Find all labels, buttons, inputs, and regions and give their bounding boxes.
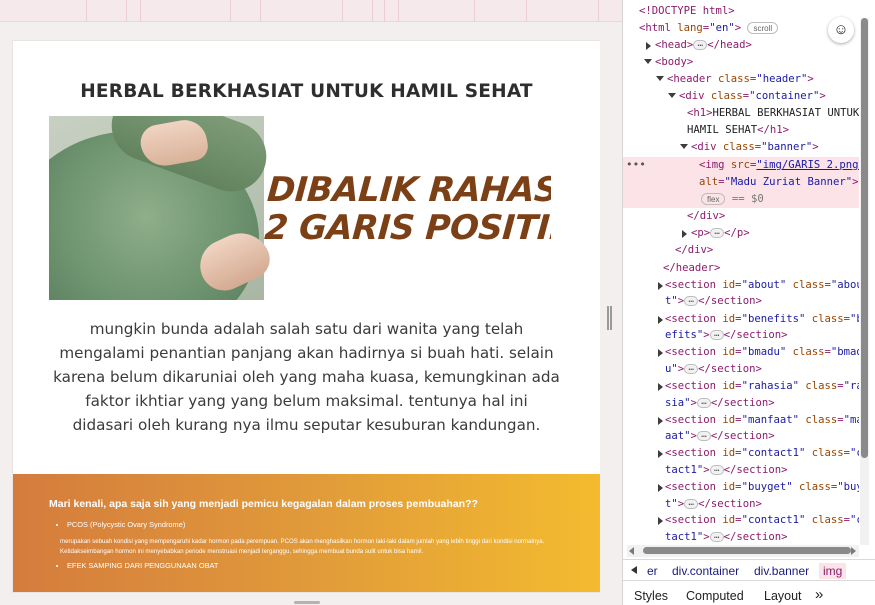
list-item-title: EFEK SAMPING DARI PENGGUNAAN OBAT [67, 561, 219, 570]
pregnant-belly-photo [49, 116, 277, 300]
vertical-scroll-thumb[interactable] [861, 18, 868, 458]
breadcrumb: er div.container div.banner img [623, 559, 875, 581]
ellipsis-icon[interactable]: … [709, 465, 724, 475]
flex-badge[interactable]: flex [701, 193, 726, 205]
dom-line[interactable]: u">… </section> [665, 361, 762, 378]
expand-arrow-icon[interactable] [658, 450, 663, 458]
dom-line[interactable]: <header class="header"> [667, 71, 814, 88]
dom-line[interactable]: <section id="rahasia" class="rahasia" [665, 378, 859, 395]
dom-line[interactable]: t">… </section> [665, 496, 762, 513]
breadcrumb-item-current[interactable]: img [819, 563, 847, 579]
expand-arrow-icon[interactable] [658, 316, 663, 324]
collapse-arrow-icon[interactable] [644, 59, 652, 64]
dom-line[interactable]: <section id="manfaat" class="manfaat" [665, 412, 859, 429]
dom-line[interactable]: </div> [687, 208, 725, 225]
intro-paragraph: mungkin bunda adalah salah satu dari wan… [53, 320, 560, 434]
scroll-badge[interactable]: scroll [747, 22, 779, 34]
dom-line[interactable]: <div class="container"> [679, 88, 826, 105]
dom-line[interactable]: sia">… </section> [665, 395, 775, 412]
expand-arrow-icon[interactable] [658, 517, 663, 525]
dom-line[interactable]: <section id="buyget" class="buyget" [665, 479, 859, 496]
list-item: PCOS (Polycystic Ovary Syndrome) merupak… [60, 520, 567, 557]
list-item: EFEK SAMPING DARI PENGGUNAAN OBAT [67, 561, 567, 570]
expand-arrow-icon[interactable] [658, 383, 663, 391]
dom-line[interactable]: <section id="bmadu" class="bmadu" [665, 344, 859, 361]
list-item-description: merupakan sebuah kondisi yang mempengaru… [60, 538, 545, 555]
node-menu-icon[interactable]: ••• [626, 158, 646, 171]
devtools-panel: ••• <!DOCTYPE html> <html lang="en"> scr… [622, 0, 875, 605]
ellipsis-icon[interactable]: … [709, 330, 724, 340]
devtools-subtabs: Styles Computed Layout » [623, 582, 875, 605]
tab-computed[interactable]: Computed [686, 589, 744, 603]
collapse-arrow-icon[interactable] [680, 144, 688, 149]
dom-line-selected[interactable]: <img src="img/GARIS 2.png" [699, 157, 859, 174]
accessibility-icon[interactable]: ☺ [828, 17, 854, 43]
collapse-arrow-icon[interactable] [656, 76, 664, 81]
dom-line[interactable]: <section id="contact1" class="contact1" [665, 445, 859, 462]
elements-tree[interactable]: ••• <!DOCTYPE html> <html lang="en"> scr… [623, 0, 859, 545]
dom-line[interactable]: <p>… </p> [691, 225, 750, 242]
page-viewport: HERBAL BERKHASIAT UNTUK HAMIL SEHAT DIBA… [13, 41, 600, 592]
dom-line[interactable]: <!DOCTYPE html> [639, 3, 735, 20]
dom-line[interactable]: <body> [655, 54, 693, 71]
banner-line-2: 2 GARIS POSITIF [263, 208, 551, 248]
dom-line[interactable]: </div> [675, 242, 713, 259]
breadcrumb-item[interactable]: er [643, 563, 662, 579]
dom-line[interactable]: <div class="banner"> [691, 139, 819, 156]
bottom-resize-handle[interactable] [294, 601, 320, 604]
ellipsis-icon[interactable]: … [696, 431, 711, 441]
section-heading: Mari kenali, apa saja sih yang menjadi p… [49, 498, 478, 510]
breadcrumb-item[interactable]: div.banner [750, 563, 813, 579]
causes-section: Mari kenali, apa saja sih yang menjadi p… [13, 474, 600, 592]
ellipsis-icon[interactable]: … [710, 228, 725, 238]
dom-line[interactable]: HAMIL SEHAT</h1> [687, 122, 789, 139]
ellipsis-icon[interactable]: … [696, 398, 711, 408]
page-title: HERBAL BERKHASIAT UNTUK HAMIL SEHAT [80, 81, 533, 102]
expand-arrow-icon[interactable] [658, 417, 663, 425]
dom-line[interactable]: <h1>HERBAL BERKHASIAT UNTUK [687, 105, 859, 122]
dom-line[interactable]: </header> [663, 260, 720, 277]
more-tabs-icon[interactable]: » [815, 586, 823, 603]
dom-line[interactable]: t">… </section> [665, 293, 762, 310]
banner-image: DIBALIK RAHASIA 2 GARIS POSITIF [49, 116, 551, 300]
ellipsis-icon[interactable]: … [684, 499, 699, 509]
dom-line[interactable]: <html lang="en"> scroll [639, 20, 779, 37]
horizontal-scroll-thumb[interactable] [643, 547, 851, 554]
expand-arrow-icon[interactable] [658, 349, 663, 357]
list-item-title: PCOS (Polycystic Ovary Syndrome) [67, 520, 186, 529]
breadcrumb-item[interactable]: div.container [668, 563, 743, 579]
scroll-right-icon[interactable] [851, 547, 856, 555]
causes-list: PCOS (Polycystic Ovary Syndrome) merupak… [60, 520, 567, 574]
banner-line-1: DIBALIK RAHASIA [265, 170, 551, 210]
collapse-arrow-icon[interactable] [668, 93, 676, 98]
expand-arrow-icon[interactable] [682, 230, 687, 238]
ellipsis-icon[interactable]: … [693, 40, 708, 50]
dom-line[interactable]: aat">… </section> [665, 428, 775, 445]
dom-line[interactable]: tact1">… </section> [665, 529, 787, 545]
ellipsis-icon[interactable]: … [709, 532, 724, 542]
splitter-handle[interactable] [607, 306, 612, 330]
dom-line[interactable]: tact1">… </section> [665, 462, 787, 479]
dom-line-selected[interactable]: flex == $0 [701, 191, 764, 208]
ruler-strip [0, 0, 622, 22]
dom-line[interactable]: <section id="contact1" class="contact1" [665, 512, 859, 529]
dom-line[interactable]: <section id="benefits" class="benefits" [665, 311, 859, 328]
banner-headline: DIBALIK RAHASIA 2 GARIS POSITIF [263, 170, 551, 248]
breadcrumb-back-icon[interactable] [631, 566, 637, 574]
scroll-left-icon[interactable] [629, 547, 634, 555]
tab-layout[interactable]: Layout [764, 589, 802, 603]
expand-arrow-icon[interactable] [646, 42, 651, 50]
tab-styles[interactable]: Styles [634, 589, 668, 603]
browser-devtools-window: HERBAL BERKHASIAT UNTUK HAMIL SEHAT DIBA… [0, 0, 875, 605]
expand-arrow-icon[interactable] [658, 282, 663, 290]
dom-line[interactable]: <section id="about" class="about" [665, 277, 859, 294]
ellipsis-icon[interactable]: … [684, 296, 699, 306]
dom-line-selected[interactable]: alt="Madu Zuriat Banner"> [699, 174, 858, 191]
dom-line[interactable]: efits">… </section> [665, 327, 787, 344]
expand-arrow-icon[interactable] [658, 484, 663, 492]
ellipsis-icon[interactable]: … [684, 364, 699, 374]
dom-line[interactable]: <head>… </head> [655, 37, 752, 54]
